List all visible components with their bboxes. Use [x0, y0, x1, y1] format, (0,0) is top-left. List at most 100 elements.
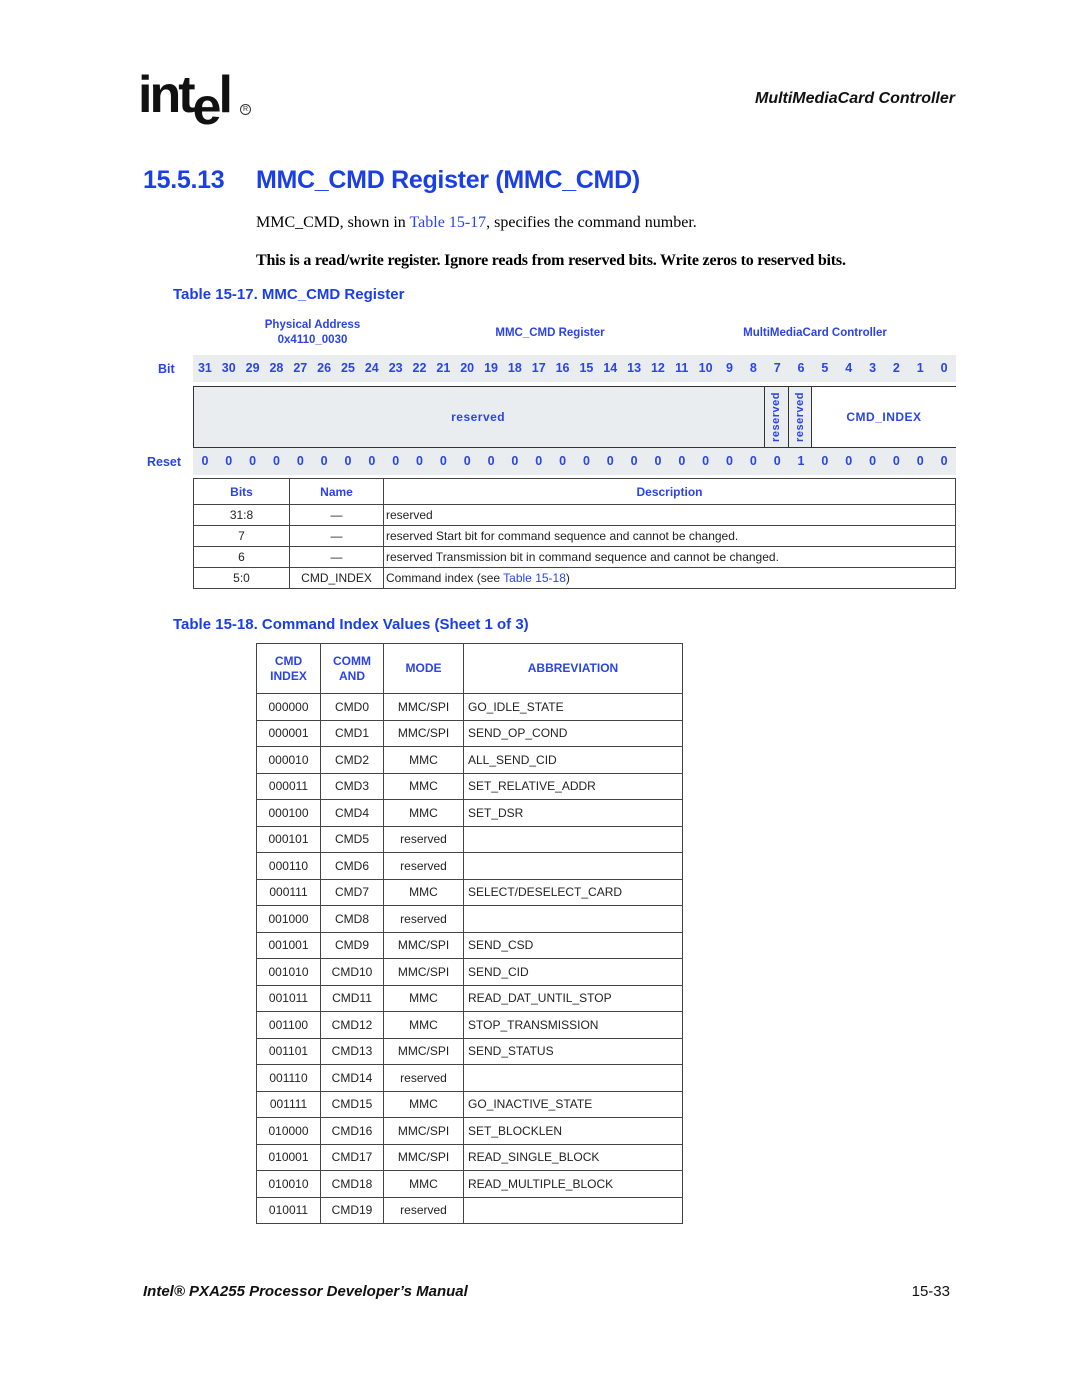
- command-cell: CMD6: [320, 852, 384, 880]
- cmd-index-cell: 001010: [256, 958, 321, 986]
- bit-number: 31: [197, 361, 212, 375]
- command-cell: CMD15: [320, 1090, 384, 1118]
- name-cell: —: [289, 525, 384, 547]
- reset-value-row: 0 0 0 0 0 0 0 0 0 0 0 0 0 0 0 0 0 0 0 0 0 0 0 0 0 1 0 0 0 0 0 0: [193, 448, 956, 475]
- register-field: reserved: [789, 387, 813, 447]
- abbreviation-cell: READ_SINGLE_BLOCK: [463, 1143, 683, 1171]
- bit-number: 23: [388, 361, 403, 375]
- bit-number: 6: [797, 361, 805, 375]
- command-cell: CMD2: [320, 746, 384, 774]
- register-field-label: reserved: [451, 410, 506, 424]
- register-field-label: reserved: [794, 392, 807, 442]
- mode-cell: MMC/SPI: [383, 693, 464, 721]
- bit-number: 28: [269, 361, 284, 375]
- command-cell: CMD3: [320, 772, 384, 800]
- table-row: 000100 CMD4 MMC SET_DSR: [256, 799, 683, 827]
- abbreviation-cell: ALL_SEND_CID: [463, 746, 683, 774]
- abbreviation-cell: [463, 852, 683, 880]
- column-header-bits: Bits: [193, 478, 290, 505]
- command-cell: CMD8: [320, 905, 384, 933]
- abbreviation-cell: [463, 1196, 683, 1224]
- bit-number-row: 31 30 29 28 27 26 25 24 23 22 21 20 19 18 17 16 15 14 13 12…: [193, 355, 956, 382]
- bit-row-label: Bit: [158, 362, 175, 376]
- reset-value: 0: [678, 454, 686, 468]
- reset-value: 0: [416, 454, 423, 468]
- table-row: 000101 CMD5 reserved: [256, 825, 683, 853]
- table-15-18-link[interactable]: Table 15-18: [503, 571, 566, 585]
- register-field-label: CMD_INDEX: [846, 410, 922, 424]
- bit-number: 7: [773, 361, 781, 375]
- cmd-index-cell: 010000: [256, 1117, 321, 1145]
- command-cell: CMD9: [320, 931, 384, 959]
- table-15-17-link[interactable]: Table 15-17: [410, 214, 487, 231]
- reset-value: 0: [535, 454, 543, 468]
- bit-number: 15: [579, 361, 594, 375]
- cmd-index-cell: 000100: [256, 799, 321, 827]
- reset-value: 0: [654, 454, 662, 468]
- cmd-index-cell: 000000: [256, 693, 321, 721]
- bit-number: 2: [892, 361, 900, 375]
- bit-number: 4: [845, 361, 853, 375]
- reset-value: 0: [344, 454, 352, 468]
- register-field-label: reserved: [770, 392, 783, 442]
- abbreviation-cell: SET_DSR: [463, 799, 683, 827]
- reset-value: 0: [225, 454, 233, 468]
- command-cell: CMD11: [320, 984, 384, 1012]
- mode-cell: MMC: [383, 772, 464, 800]
- command-cell: CMD18: [320, 1170, 384, 1198]
- mode-cell: reserved: [383, 905, 464, 933]
- logo-text: int: [138, 66, 196, 124]
- abbreviation-cell: SET_RELATIVE_ADDR: [463, 772, 683, 800]
- mode-cell: MMC/SPI: [383, 1117, 464, 1145]
- table-row: 001110 CMD14 reserved: [256, 1064, 683, 1092]
- reset-row-label: Reset: [147, 455, 182, 469]
- command-cell: CMD0: [320, 693, 384, 721]
- table-15-18-caption: Table 15-18. Command Index Values (Sheet…: [173, 616, 529, 633]
- mode-cell: reserved: [383, 1196, 464, 1224]
- cmd-index-cell: 001011: [256, 984, 321, 1012]
- section-number: 15.5.13: [143, 166, 225, 194]
- mode-cell: MMC/SPI: [383, 1037, 464, 1065]
- reset-value: 0: [487, 454, 495, 468]
- command-cell: CMD16: [320, 1117, 384, 1145]
- bits-cell: 31:8: [193, 504, 290, 526]
- name-cell: —: [289, 504, 384, 526]
- bit-number: 21: [436, 361, 451, 375]
- bit-number: 19: [484, 361, 498, 375]
- abbreviation-cell: STOP_TRANSMISSION: [463, 1011, 683, 1039]
- reset-value: 0: [272, 454, 280, 468]
- bit-number: 5: [821, 361, 829, 375]
- reset-value: 0: [702, 454, 710, 468]
- intro-text-end: , specifies the command number.: [486, 214, 697, 231]
- command-cell: CMD19: [320, 1196, 384, 1224]
- description-cell: Command index (see Table 15-18): [383, 567, 956, 589]
- table-row: 5:0 CMD_INDEX Command index (see Table 15-…: [193, 567, 956, 589]
- command-cell: CMD10: [320, 958, 384, 986]
- reset-value: 0: [368, 454, 376, 468]
- intro-text: MMC_CMD, shown in: [256, 214, 410, 231]
- command-cell: CMD7: [320, 878, 384, 906]
- cmd-index-cell: 001100: [256, 1011, 321, 1039]
- reset-value: 0: [392, 454, 400, 468]
- bit-description-table: Bits Name Description 31:8— reserved 7— res…: [193, 478, 956, 589]
- command-cell: CMD1: [320, 719, 384, 747]
- table-row: 010001 CMD17 MMC/SPI READ_SINGLE_BLOCK: [256, 1143, 683, 1171]
- command-cell: CMD17: [320, 1143, 384, 1171]
- table-row: 000011 CMD3 MMC SET_RELATIVE_ADDR: [256, 772, 683, 800]
- mode-cell: MMC: [383, 1090, 464, 1118]
- table-row: 31:8— reserved: [193, 504, 956, 526]
- column-header-mode: MODE: [383, 643, 464, 694]
- bit-number: 9: [726, 361, 733, 375]
- mode-cell: MMC: [383, 746, 464, 774]
- abbreviation-cell: READ_MULTIPLE_BLOCK: [463, 1170, 683, 1198]
- register-note: This is a read/write register. Ignore re…: [256, 252, 846, 269]
- bit-number: 8: [749, 361, 757, 375]
- abbreviation-cell: GO_IDLE_STATE: [463, 693, 683, 721]
- cmd-index-cell: 000101: [256, 825, 321, 853]
- table-row: 000010 CMD2 MMC ALL_SEND_CID: [256, 746, 683, 774]
- bits-cell: 5:0: [193, 567, 290, 589]
- cmd-index-cell: 001000: [256, 905, 321, 933]
- bit-number: 16: [555, 361, 570, 375]
- table-row: 010000 CMD16 MMC/SPI SET_BLOCKLEN: [256, 1117, 683, 1145]
- cmd-index-cell: 000001: [256, 719, 321, 747]
